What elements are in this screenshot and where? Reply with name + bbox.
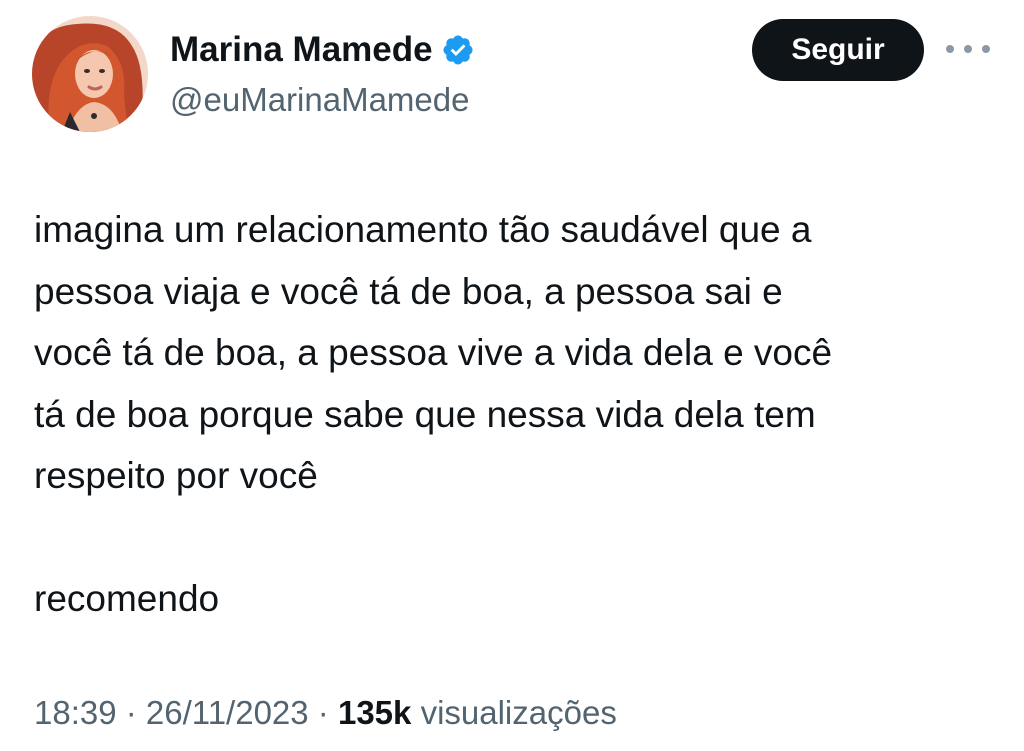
tweet-text: imagina um relacionamento tão saudável q…: [34, 209, 833, 619]
separator: ·: [308, 694, 338, 731]
verified-badge-icon[interactable]: [441, 33, 475, 67]
separator: ·: [116, 694, 146, 731]
profile-photo: [32, 16, 148, 132]
tweet-date[interactable]: 26/11/2023: [146, 694, 309, 731]
views-label: visualizações: [420, 694, 617, 731]
views-count[interactable]: 135k: [338, 694, 411, 731]
tweet-time[interactable]: 18:39: [34, 694, 117, 731]
tweet-metadata: 18:39 · 26/11/2023 · 135k visualizações: [34, 690, 617, 736]
follow-button[interactable]: Seguir: [752, 19, 924, 81]
display-name-text: Marina Mamede: [170, 30, 433, 69]
more-dot: [982, 45, 990, 53]
display-name[interactable]: Marina Mamede: [170, 26, 475, 74]
more-dot: [964, 45, 972, 53]
more-options-icon[interactable]: [946, 34, 990, 64]
user-handle[interactable]: @euMarinaMamede: [170, 78, 469, 122]
avatar[interactable]: [32, 16, 148, 132]
more-dot: [946, 45, 954, 53]
